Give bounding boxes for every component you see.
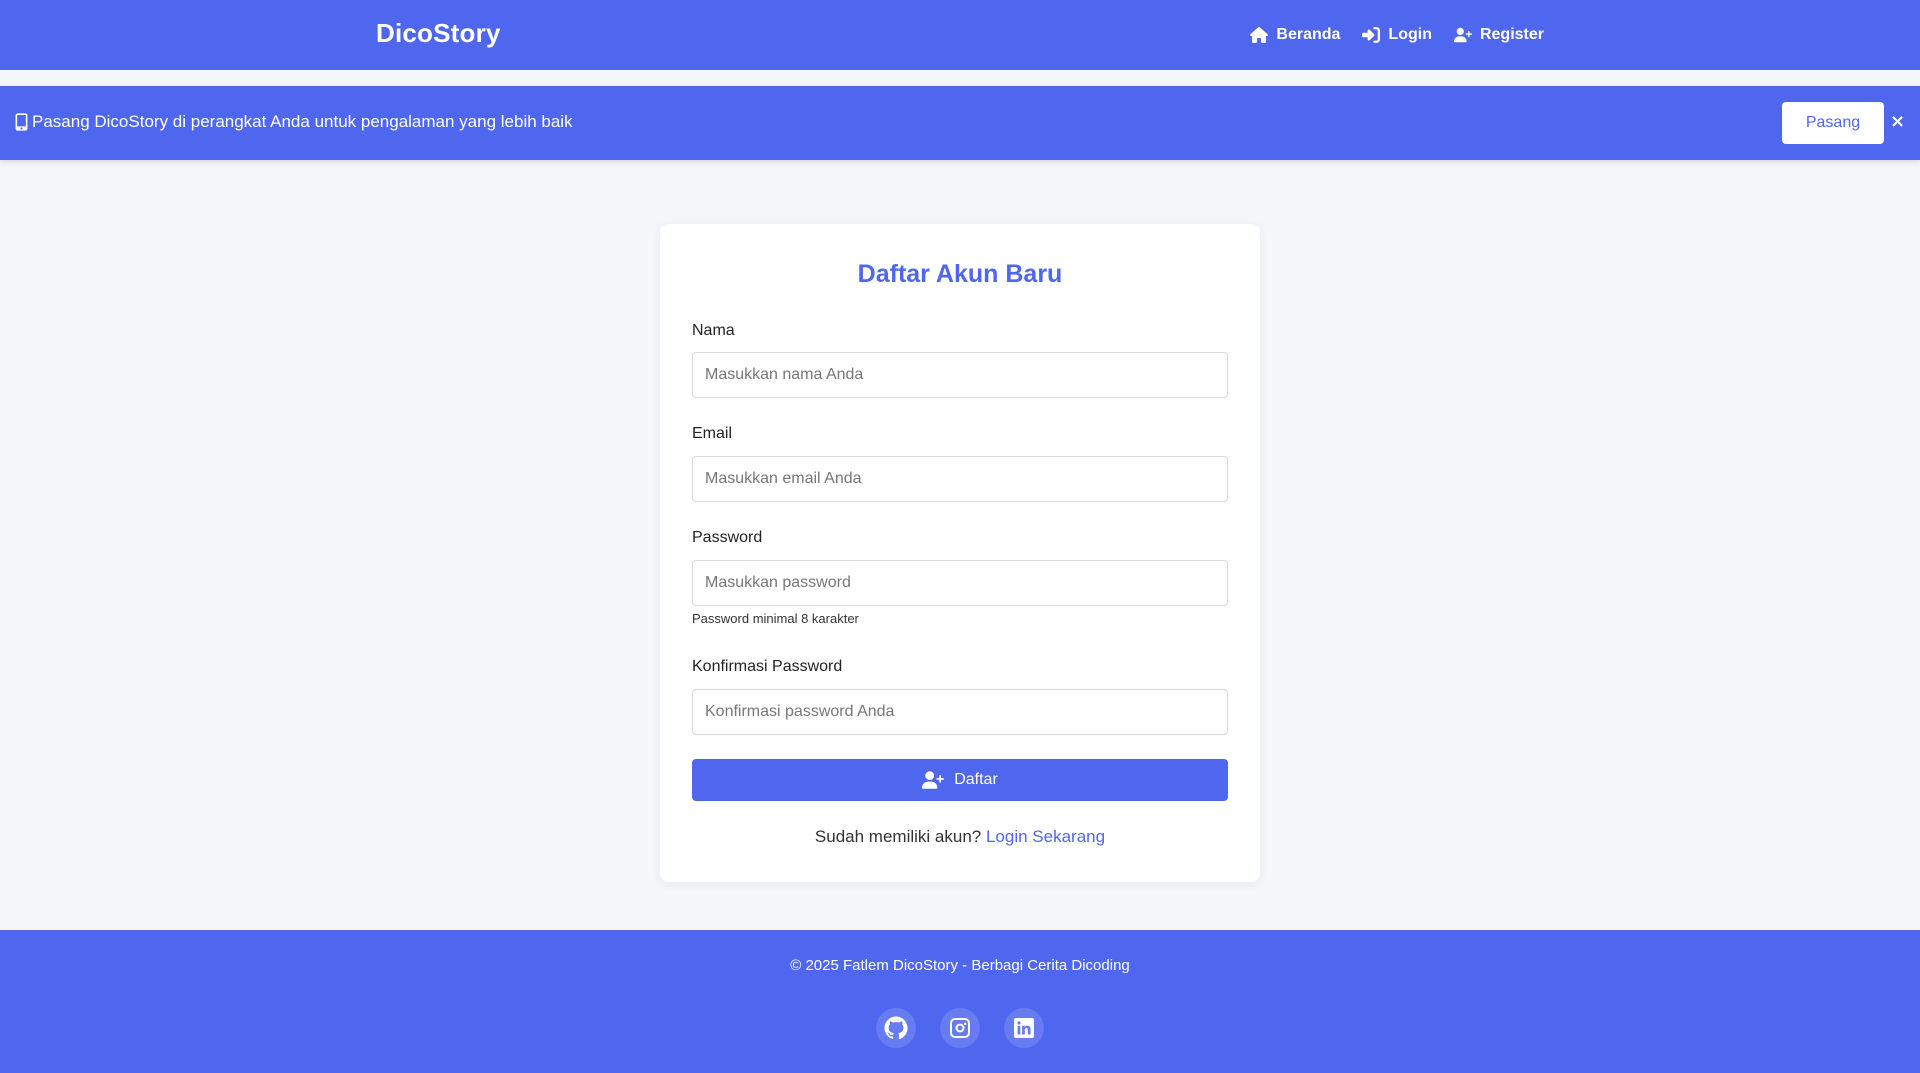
email-label: Email <box>692 425 733 442</box>
nav-register[interactable]: Register <box>1453 26 1544 44</box>
login-prompt-text: Sudah memiliki akun? <box>814 827 982 846</box>
brand-logo[interactable]: DicoStory <box>376 18 501 49</box>
password-hint: Password minimal 8 karakter <box>692 611 859 626</box>
copyright-text: © 2025 Fatlem DicoStory - Berbagi Cerita… <box>790 957 1130 974</box>
social-links <box>0 1008 1920 1048</box>
user-plus-icon <box>1453 27 1472 43</box>
register-button-label: Daftar <box>954 771 998 788</box>
user-plus-icon <box>922 771 945 789</box>
instagram-icon <box>950 1018 970 1038</box>
nav-register-label: Register <box>1479 26 1544 43</box>
nav-beranda-label: Beranda <box>1276 26 1341 43</box>
nav-login[interactable]: Login <box>1362 26 1432 44</box>
page-title: Daftar Akun Baru <box>857 260 1063 288</box>
register-button[interactable]: Daftar <box>692 759 1228 801</box>
login-prompt: Sudah memiliki akun? Login Sekarang <box>660 827 1260 847</box>
install-button[interactable]: Pasang <box>1782 102 1884 144</box>
confirm-password-input[interactable] <box>692 689 1228 735</box>
nav-beranda[interactable]: Beranda <box>1250 26 1340 44</box>
password-label: Password <box>692 529 763 546</box>
main-nav: Beranda Login Register <box>1250 0 1544 70</box>
name-input[interactable] <box>692 352 1228 398</box>
login-link[interactable]: Login Sekarang <box>986 827 1105 846</box>
name-label: Nama <box>692 322 735 339</box>
confirm-password-label: Konfirmasi Password <box>692 658 843 675</box>
register-card: Daftar Akun Baru Nama Email Password Pas… <box>660 224 1260 882</box>
install-banner: Pasang DicoStory di perangkat Anda untuk… <box>0 86 1920 160</box>
linkedin-icon <box>1014 1018 1034 1038</box>
password-input[interactable] <box>692 560 1228 606</box>
linkedin-link[interactable] <box>1004 1008 1044 1048</box>
install-message-text: Pasang DicoStory di perangkat Anda untuk… <box>32 112 573 131</box>
sign-in-icon <box>1362 27 1381 43</box>
install-message: Pasang DicoStory di perangkat Anda untuk… <box>15 112 573 132</box>
github-icon <box>884 1016 908 1040</box>
close-banner-button[interactable]: × <box>1890 111 1905 132</box>
navbar: DicoStory Beranda Login Register <box>0 0 1920 70</box>
footer: © 2025 Fatlem DicoStory - Berbagi Cerita… <box>0 930 1920 1073</box>
email-input[interactable] <box>692 456 1228 502</box>
home-icon <box>1250 27 1269 43</box>
nav-login-label: Login <box>1388 26 1432 43</box>
instagram-link[interactable] <box>940 1008 980 1048</box>
mobile-icon <box>15 113 28 131</box>
github-link[interactable] <box>876 1008 916 1048</box>
